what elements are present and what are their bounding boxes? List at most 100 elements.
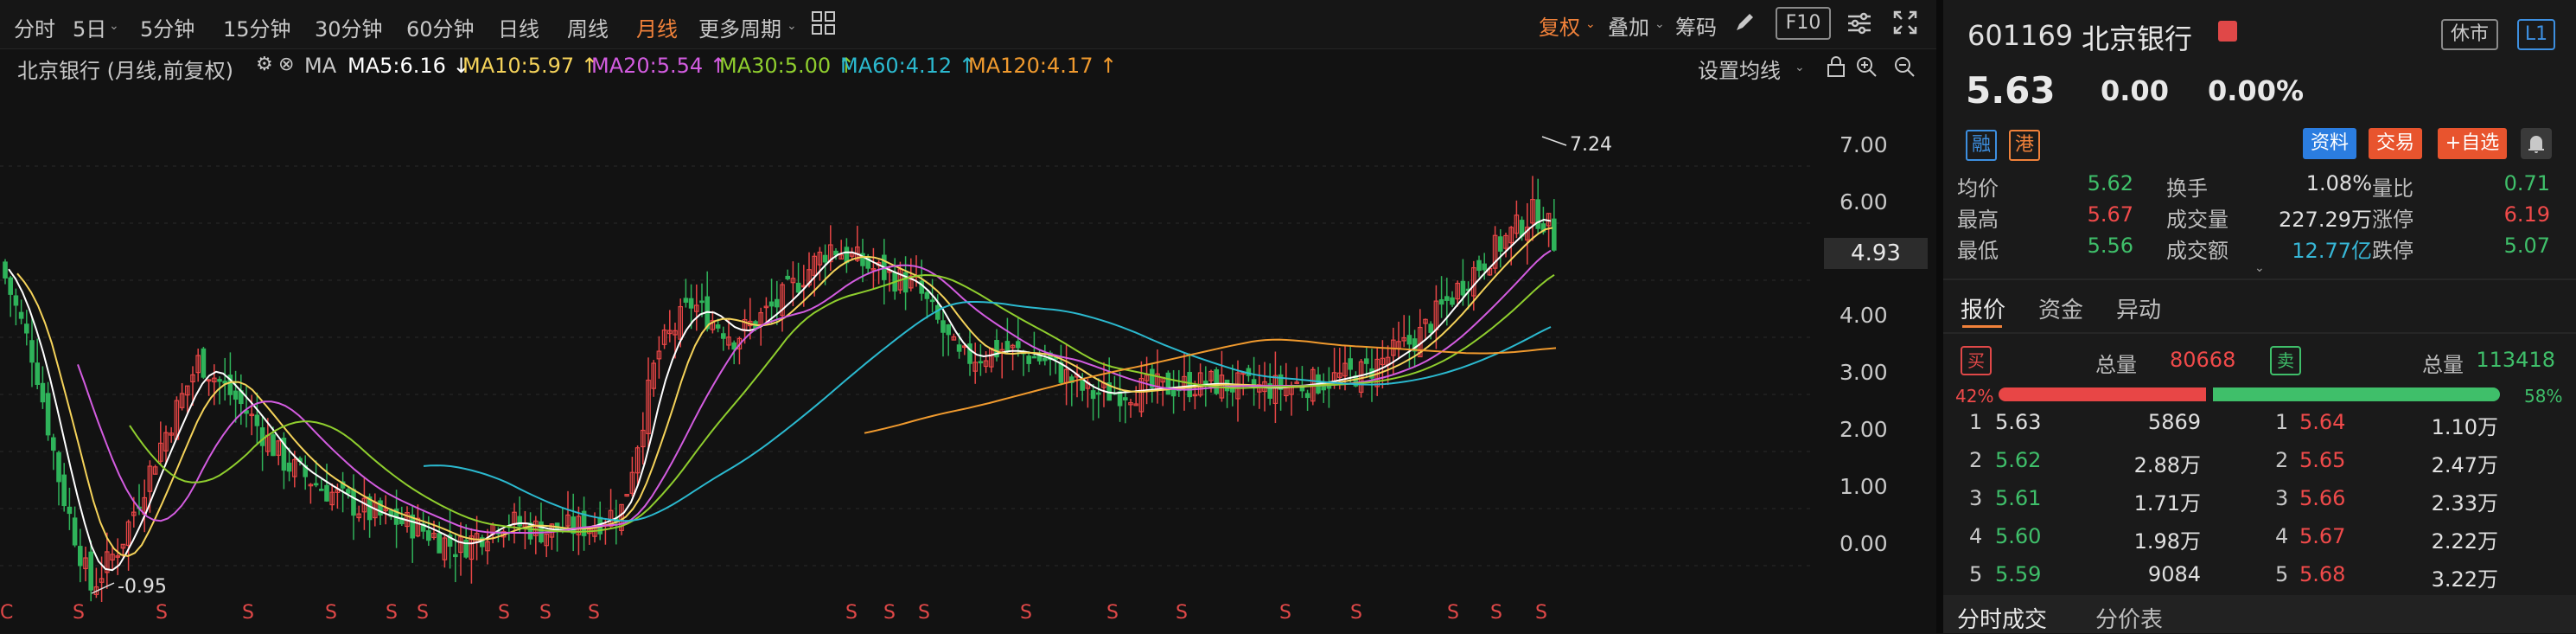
candle-body <box>254 414 260 426</box>
candle-body <box>13 295 19 306</box>
stat-label: 量比 <box>2372 176 2413 201</box>
bid-price[interactable]: 5.62 <box>1995 448 2041 472</box>
candle-body <box>1042 357 1048 362</box>
trade-button[interactable]: 交易 <box>2369 128 2422 159</box>
chevron-down-icon[interactable]: ⌄ <box>109 19 119 33</box>
zoom-in-icon[interactable] <box>1855 55 1878 83</box>
bookmark-icon[interactable] <box>2218 21 2237 42</box>
hk-connect-tag[interactable]: 港 <box>2009 130 2040 161</box>
candle-body <box>699 300 705 304</box>
candle-body <box>967 343 972 364</box>
period-5day[interactable]: 5日 <box>73 12 106 42</box>
stat-value: 5.56 <box>2087 234 2133 258</box>
bid-level: 2 <box>1969 448 1983 472</box>
tab-tick-trades[interactable]: 分时成交 <box>1957 602 2047 634</box>
expand-chevron-icon[interactable]: ⌄ <box>2254 261 2265 275</box>
candle-body <box>785 275 791 279</box>
candle-body <box>1450 297 1455 305</box>
candle-body <box>351 489 356 516</box>
fullscreen-icon[interactable] <box>1891 9 1919 40</box>
ask-price[interactable]: 5.65 <box>2299 448 2345 472</box>
current-price-marker: 4.93 <box>1824 238 1928 269</box>
candle-body <box>1031 355 1037 359</box>
ma-line <box>423 301 1552 522</box>
diejia-button[interactable]: 叠加 <box>1608 10 1649 41</box>
candle-body <box>1444 296 1450 301</box>
ask-price[interactable]: 5.66 <box>2299 486 2345 510</box>
add-watchlist-button[interactable]: +自选 <box>2438 128 2507 159</box>
s-marker: S <box>918 602 930 624</box>
period-fenshi[interactable]: 分时 <box>14 12 55 42</box>
bid-price[interactable]: 5.60 <box>1995 524 2041 548</box>
profile-button[interactable]: 资料 <box>2303 128 2356 159</box>
ma-settings-button[interactable]: 设置均线 <box>1698 54 1781 84</box>
alert-bell-icon[interactable] <box>2521 128 2552 159</box>
candle-body <box>1165 372 1171 395</box>
chevron-down-icon[interactable]: ⌄ <box>787 19 797 33</box>
period-30min[interactable]: 30分钟 <box>315 12 383 42</box>
candle-body <box>940 320 946 333</box>
candle-body <box>40 382 46 403</box>
candle-body <box>1026 355 1032 364</box>
period-more[interactable]: 更多周期 <box>698 12 781 42</box>
ma30-value: MA30:5.00 ↑ <box>719 54 855 78</box>
stat-label: 成交量 <box>2166 208 2228 232</box>
y-tick-label: 1.00 <box>1840 474 1888 499</box>
chevron-down-icon[interactable]: ⌄ <box>1655 17 1665 31</box>
ask-level: 3 <box>2275 486 2289 510</box>
kline-chart[interactable] <box>0 83 1815 602</box>
s-marker: S <box>1350 602 1362 624</box>
close-icon[interactable]: ⊗ <box>278 54 294 75</box>
stock-code: 601169 <box>1967 19 2074 52</box>
chevron-down-icon[interactable]: ⌄ <box>1795 61 1805 74</box>
stat-label: 跌停 <box>2372 239 2413 263</box>
tab-price-distribution[interactable]: 分价表 <box>2095 602 2163 634</box>
candle-body <box>324 484 329 502</box>
ask-price[interactable]: 5.64 <box>2299 410 2345 434</box>
period-day[interactable]: 日线 <box>498 12 539 42</box>
margin-trading-tag[interactable]: 融 <box>1966 130 1997 161</box>
candle-body <box>1321 386 1327 391</box>
last-price: 5.63 <box>1966 69 2056 112</box>
gear-icon[interactable]: ⚙ <box>256 54 273 75</box>
ask-level: 2 <box>2275 448 2289 472</box>
period-5min[interactable]: 5分钟 <box>140 12 194 42</box>
candle-body <box>1428 323 1434 333</box>
grid-layout-icon[interactable] <box>811 10 837 40</box>
settings-sliders-icon[interactable] <box>1846 10 1872 40</box>
ask-price[interactable]: 5.67 <box>2299 524 2345 548</box>
fuquan-button[interactable]: 复权 <box>1539 10 1580 41</box>
candle-body <box>1214 368 1220 394</box>
s-marker: S <box>1176 602 1188 624</box>
period-week[interactable]: 周线 <box>567 12 609 42</box>
candle-body <box>1187 372 1193 398</box>
y-tick-label: 0.00 <box>1840 531 1888 556</box>
level-badge[interactable]: L1 <box>2517 19 2555 50</box>
s-marker: S <box>73 602 85 624</box>
pane-splitter[interactable] <box>1936 0 1943 633</box>
tab-quote[interactable]: 报价 <box>1961 292 2005 324</box>
f10-button[interactable]: F10 <box>1776 7 1831 40</box>
chevron-down-icon[interactable]: ⌄ <box>1585 17 1596 31</box>
bid-volume: 1.98万 <box>2133 529 2201 554</box>
period-month[interactable]: 月线 <box>636 12 678 42</box>
y-tick-label: 3.00 <box>1840 360 1888 385</box>
lock-icon[interactable] <box>1826 55 1846 83</box>
chouma-button[interactable]: 筹码 <box>1675 10 1717 41</box>
ask-volume: 2.47万 <box>2431 453 2498 477</box>
period-60min[interactable]: 60分钟 <box>406 12 475 42</box>
zoom-out-icon[interactable] <box>1893 55 1916 83</box>
ask-price[interactable]: 5.68 <box>2299 562 2345 586</box>
bid-price[interactable]: 5.61 <box>1995 486 2041 510</box>
s-marker: S <box>156 602 168 624</box>
period-toolbar: 分时 5日 ⌄ 5分钟 15分钟 30分钟 60分钟 日线 周线 月线 更多周期… <box>0 0 1936 49</box>
candle-body <box>934 304 940 320</box>
draw-pen-icon[interactable] <box>1732 10 1757 38</box>
bid-price[interactable]: 5.59 <box>1995 562 2041 586</box>
tab-movements[interactable]: 异动 <box>2116 292 2161 324</box>
candle-body <box>222 381 228 384</box>
period-15min[interactable]: 15分钟 <box>223 12 291 42</box>
tab-funds[interactable]: 资金 <box>2038 292 2083 324</box>
bid-price[interactable]: 5.63 <box>1995 410 2041 434</box>
stat-value: 227.29万 <box>2279 208 2372 232</box>
